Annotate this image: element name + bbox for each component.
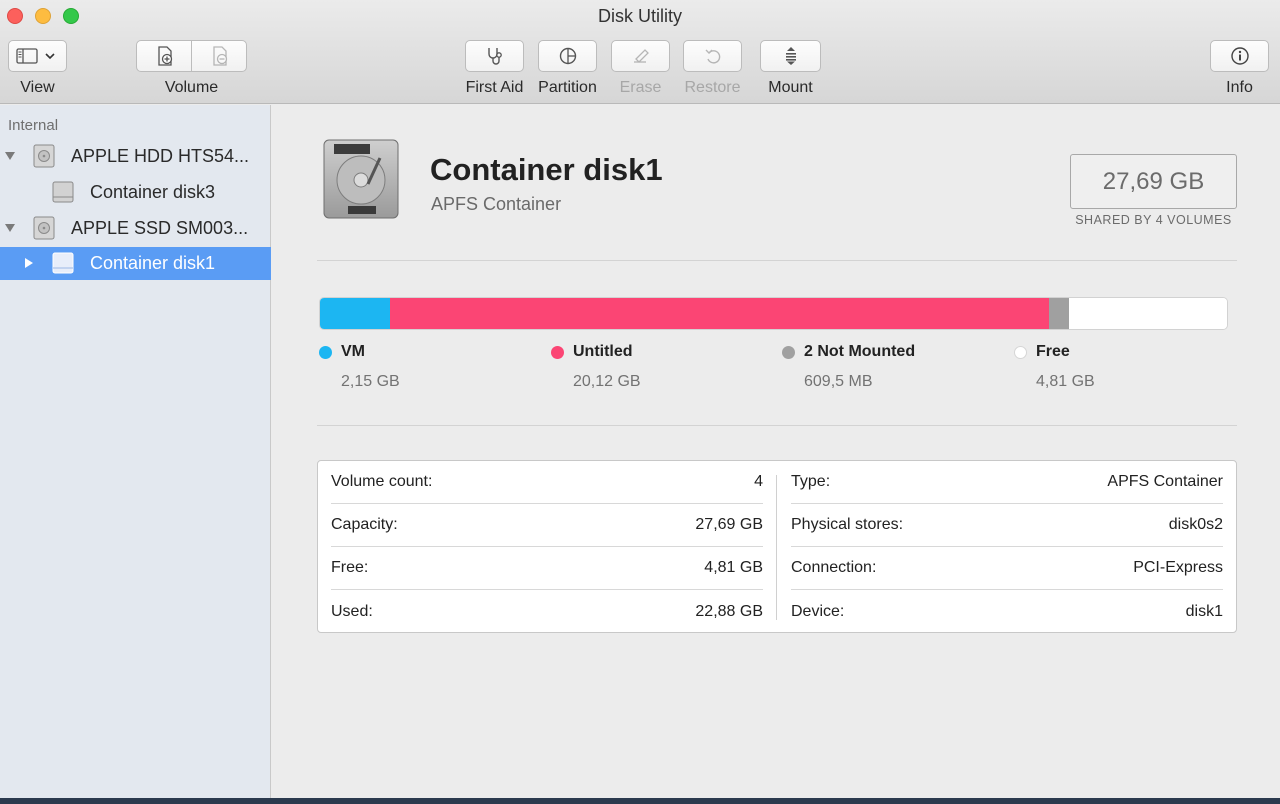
legend-swatch [782,346,795,359]
sidebar-item-label: Container disk3 [90,182,216,202]
remove-volume-button[interactable] [193,41,247,71]
disclosure-triangle-icon[interactable] [23,257,35,269]
info-label: Info [1226,79,1253,96]
detail-label: Device: [791,602,845,620]
sidebar-section-internal: Internal [8,117,59,134]
detail-label: Connection: [791,559,877,576]
view-label: View [20,79,55,96]
detail-label: Capacity: [331,516,398,533]
detail-row-capacity: Capacity: 27,69 GB [331,504,763,547]
usage-segment-untitled [390,298,1050,329]
divider [317,425,1237,426]
remove-volume-icon [213,46,228,66]
detail-row-connection: Connection: PCI-Express [791,547,1223,590]
detail-pane: Container disk1 APFS Container 27,69 GB … [272,105,1280,798]
usage-segment-free [1069,298,1227,329]
detail-row-device: Device: disk1 [791,590,1223,633]
mount-label: Mount [768,79,813,96]
detail-row-used: Used: 22,88 GB [331,590,763,633]
info-button[interactable] [1210,40,1269,72]
divider [317,260,1237,261]
detail-label: Free: [331,559,369,576]
container-size: 27,69 GB [1070,154,1237,209]
legend-swatch [551,346,564,359]
restore-icon [705,49,720,64]
detail-row-free: Free: 4,81 GB [331,547,763,590]
detail-row-volume-count: Volume count: 4 [331,461,763,504]
hard-drive-icon [33,216,55,240]
sidebar-item-label: Container disk1 [90,253,216,273]
sidebar-item-hdd[interactable]: APPLE HDD HTS54... [0,140,271,173]
add-volume-icon [157,46,172,66]
detail-value: PCI-Express [1133,559,1223,576]
detail-value: 4,81 GB [704,559,763,576]
partition-button[interactable] [538,40,597,72]
volume-label: Volume [164,79,219,96]
erase-label: Erase [619,79,662,96]
legend-name: Free [1036,343,1070,360]
legend-size: 20,12 GB [573,373,641,390]
container-subtitle: APFS Container [431,194,562,214]
erase-icon [633,49,649,63]
view-button[interactable] [8,40,67,72]
disk-utility-window: Disk Utility View Volume First Aid Parti… [0,0,1280,798]
first-aid-button[interactable] [465,40,524,72]
detail-value: disk0s2 [1168,516,1223,533]
sidebar-toggle-icon [15,48,55,64]
usage-segment-vm [320,298,391,329]
toolbar: Disk Utility View Volume First Aid Parti… [0,0,1280,104]
window-title: Disk Utility [598,6,682,26]
legend-size: 4,81 GB [1036,373,1095,390]
detail-label: Volume count: [331,473,433,490]
sidebar-item-container-disk3[interactable]: Container disk3 [0,176,271,209]
mount-button[interactable] [760,40,821,72]
legend-swatch [319,346,332,359]
detail-row-physical-stores: Physical stores: disk0s2 [791,504,1223,547]
hard-drive-icon [33,144,55,168]
first-aid-label: First Aid [465,79,524,96]
detail-label: Type: [791,473,831,490]
legend-size: 2,15 GB [341,373,400,390]
legend-swatch [1014,346,1027,359]
stethoscope-icon [487,48,502,65]
info-icon [1230,47,1249,65]
detail-value: 27,69 GB [695,516,763,533]
container-disk-icon [52,181,74,203]
detail-row-type: Type: APFS Container [791,461,1223,504]
legend-name: 2 Not Mounted [804,343,916,360]
detail-value: APFS Container [1107,473,1223,490]
container-disk-icon [52,252,74,274]
legend-name: Untitled [573,343,633,360]
legend-size: 609,5 MB [804,373,873,390]
sidebar-item-ssd[interactable]: APPLE SSD SM003... [0,212,271,245]
detail-value: disk1 [1185,602,1223,620]
usage-segment-2-not-mounted [1049,298,1070,329]
sidebar-item-label: APPLE SSD SM003... [71,218,249,238]
detail-label: Used: [331,602,373,620]
container-title: Container disk1 [430,152,663,187]
legend-name: VM [341,343,365,360]
partition-label: Partition [538,79,597,96]
size-caption: SHARED BY 4 VOLUMES [1075,213,1232,227]
hard-drive-large-icon [323,139,399,219]
disclosure-triangle-icon[interactable] [4,150,16,162]
column-divider [776,475,777,620]
sidebar-item-label: APPLE HDD HTS54... [71,146,250,166]
disclosure-triangle-icon[interactable] [4,222,16,234]
add-volume-button[interactable] [137,41,192,71]
restore-label: Restore [684,79,741,96]
sidebar-item-container-disk1[interactable]: Container disk1 [0,247,271,280]
sidebar: Internal APPLE HDD HTS54... Container di… [0,105,271,798]
restore-button[interactable] [683,40,742,72]
detail-label: Physical stores: [791,516,904,533]
mount-icon [785,47,796,65]
erase-button[interactable] [611,40,670,72]
pie-chart-icon [559,47,576,65]
segment-divider [191,40,192,72]
detail-value: 22,88 GB [695,602,763,620]
detail-value: 4 [754,473,763,490]
details-table: Volume count: 4 Capacity: 27,69 GB Free:… [317,460,1237,633]
usage-bar [319,297,1228,330]
